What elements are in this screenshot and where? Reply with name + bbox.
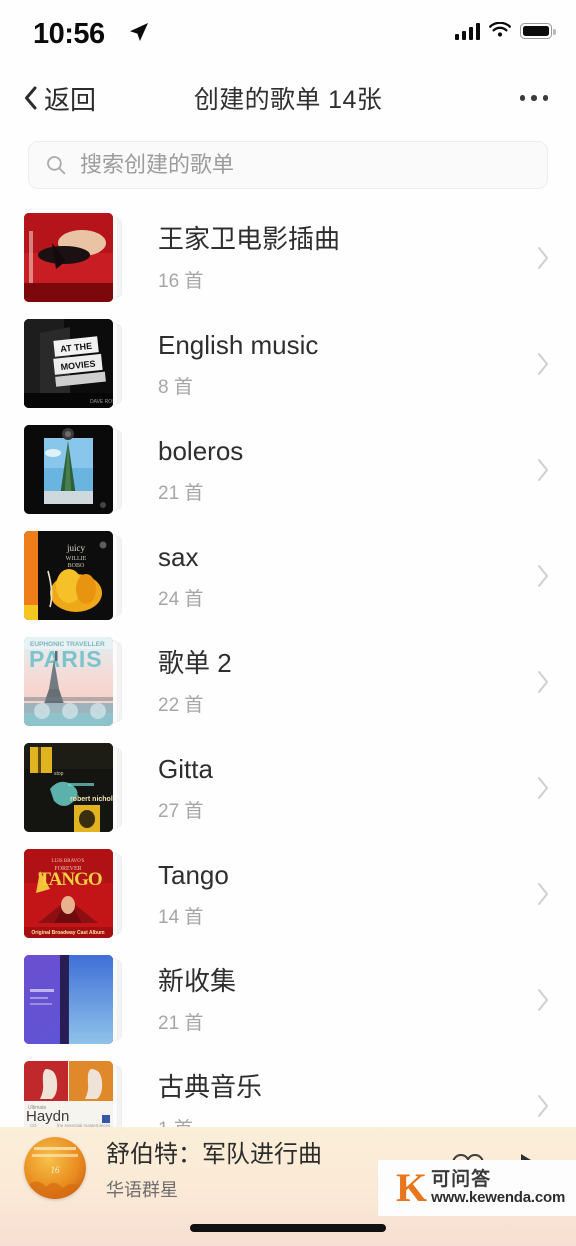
album-cover-orange-tulip: juicy WILLIE BOBO (24, 531, 113, 620)
cover-stack (24, 425, 128, 515)
playlist-title: boleros (158, 436, 244, 467)
cover-stack (24, 213, 128, 303)
list-item-text: 王家卫电影插曲 16 首 (128, 223, 536, 293)
ellipsis-icon (519, 95, 525, 101)
playlist-count: 22 首 (158, 694, 204, 716)
list-item-text: 歌单 2 22 首 (128, 647, 536, 717)
svg-text:TANGO: TANGO (38, 869, 101, 890)
list-item-text: English music 8 首 (128, 329, 536, 399)
list-item[interactable]: 新收集 21 首 (0, 947, 576, 1053)
cellular-signal-icon (454, 22, 480, 40)
playlist-count: 21 首 (158, 482, 204, 504)
list-item[interactable]: Ultimate Haydn CD the essential masterpi… (0, 1053, 576, 1127)
search-input[interactable] (80, 152, 530, 178)
list-item[interactable]: LUIS BRAVO'S FOREVER TANGO Original Broa… (0, 841, 576, 947)
cover-stack: LUIS BRAVO'S FOREVER TANGO Original Broa… (24, 849, 128, 939)
album-cover-paris-eiffel: EUPHONIC TRAVELLER PARIS (24, 637, 113, 726)
svg-text:DAVE ROSE: DAVE ROSE (90, 399, 113, 405)
playlist-title: English music (158, 330, 319, 361)
list-item-text: sax 24 首 (128, 541, 536, 611)
svg-text:WILLIE: WILLIE (66, 556, 87, 562)
playlist-count: 8 首 (158, 376, 193, 398)
playlist-title: Gitta (158, 754, 213, 785)
chevron-right-icon[interactable] (536, 351, 550, 377)
cover-stack: Ultimate Haydn CD the essential masterpi… (24, 1061, 128, 1127)
playlist-count: 24 首 (158, 588, 204, 610)
album-cover-dark-obelisk (24, 425, 113, 514)
watermark-url: www.kewenda.com (431, 1189, 566, 1207)
list-item[interactable]: AT THE MOVIES DAVE ROSE English music 8 … (0, 311, 576, 417)
chevron-right-icon[interactable] (536, 775, 550, 801)
status-time: 10:56 (33, 18, 105, 50)
playlist-title: Tango (158, 860, 229, 891)
album-cover-haydn-grid: Ultimate Haydn CD the essential masterpi… (24, 1061, 113, 1127)
list-item[interactable]: robert nichols stop Gitta 27 首 (0, 735, 576, 841)
album-cover-bw-marquee: AT THE MOVIES DAVE ROSE (24, 319, 113, 408)
chevron-right-icon[interactable] (536, 881, 550, 907)
more-options-button[interactable] (514, 62, 555, 134)
playlist-title: 王家卫电影插曲 (158, 224, 341, 255)
album-cover-red-figure (24, 213, 113, 302)
playlist-title: 古典音乐 (158, 1072, 263, 1103)
album-cover-blue-purple-gradient (24, 955, 113, 1044)
page-title: 创建的歌单 14张 (193, 86, 383, 114)
chevron-right-icon[interactable] (536, 987, 550, 1013)
list-item-text: boleros 21 首 (128, 435, 536, 505)
watermark-name: 可问答 (431, 1169, 492, 1191)
svg-text:PARIS: PARIS (29, 646, 103, 672)
search-section (0, 141, 576, 189)
list-item[interactable]: boleros 21 首 (0, 417, 576, 523)
playlist-count: 27 首 (158, 800, 204, 822)
cover-stack: AT THE MOVIES DAVE ROSE (24, 319, 128, 409)
status-bar: 10:56 (0, 0, 576, 62)
list-item[interactable]: juicy WILLIE BOBO sax 24 首 (0, 523, 576, 629)
search-icon (47, 156, 66, 175)
list-item[interactable]: 王家卫电影插曲 16 首 (0, 205, 576, 311)
playlist-count: 1 首 (158, 1114, 536, 1127)
chevron-right-icon[interactable] (536, 245, 550, 271)
cover-stack (24, 955, 128, 1045)
chevron-right-icon[interactable] (536, 669, 550, 695)
search-bar[interactable] (28, 141, 548, 189)
nav-bar: 返回 创建的歌单 14张 (0, 62, 576, 134)
music-playlist-screen: 10:56 返回 创建的歌单 14张 搜索创建的歌单 王家卫电影插曲 16 首 … (0, 0, 576, 1246)
list-item-text: Gitta 27 首 (128, 753, 536, 823)
album-cover-dark-guitar: robert nichols stop (24, 743, 113, 832)
home-indicator (190, 1224, 386, 1232)
letter-k-logo: K (396, 1165, 428, 1210)
list-item-text: 古典音乐 1 首 (128, 1071, 536, 1127)
playlist-list[interactable]: 王家卫电影插曲 16 首 AT THE MOVIES DAVE RO Engli… (0, 205, 576, 1127)
chevron-right-icon[interactable] (536, 457, 550, 483)
svg-text:LUIS BRAVO'S: LUIS BRAVO'S (52, 859, 85, 864)
battery-full-icon (520, 23, 556, 39)
chevron-right-icon[interactable] (536, 563, 550, 589)
chevron-right-icon[interactable] (536, 1093, 550, 1119)
list-item[interactable]: EUPHONIC TRAVELLER PARIS 歌单 2 22 首 (0, 629, 576, 735)
playlist-count: 21 首 (158, 1012, 204, 1034)
svg-text:robert nichols: robert nichols (70, 796, 113, 803)
playlist-title: sax (158, 542, 199, 573)
list-item-text: Tango 14 首 (128, 859, 536, 929)
album-cover-red-tango: LUIS BRAVO'S FOREVER TANGO Original Broa… (24, 849, 113, 938)
cover-stack: robert nichols stop (24, 743, 128, 833)
svg-text:juicy: juicy (66, 543, 85, 553)
playlist-count: 14 首 (158, 906, 204, 928)
svg-text:16: 16 (51, 1165, 61, 1175)
cover-stack: juicy WILLIE BOBO (24, 531, 128, 621)
wifi-icon (489, 22, 511, 37)
location-arrow-icon (130, 23, 148, 41)
playlist-count: 16 首 (158, 270, 204, 292)
cover-stack: EUPHONIC TRAVELLER PARIS (24, 637, 128, 727)
playlist-title: 新收集 (158, 966, 237, 997)
svg-text:Original Broadway Cast Album: Original Broadway Cast Album (31, 930, 105, 936)
status-indicators (454, 22, 556, 40)
list-item-text: 新收集 21 首 (128, 965, 536, 1035)
svg-text:BOBO: BOBO (68, 563, 85, 569)
watermark: K 可问答 www.kewenda.com (378, 1160, 576, 1216)
now-playing-cover[interactable]: 16 (24, 1137, 86, 1199)
svg-text:stop: stop (54, 771, 64, 777)
playlist-title: 歌单 2 (158, 648, 232, 679)
